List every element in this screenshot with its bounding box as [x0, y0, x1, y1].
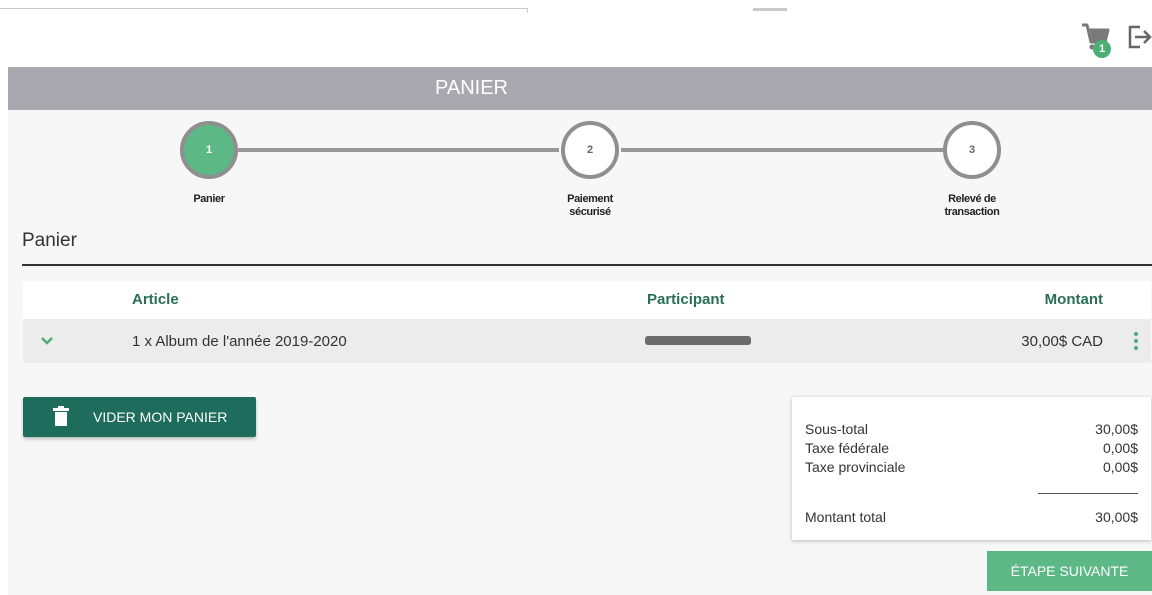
- subtotal-value: 30,00$: [1095, 421, 1138, 437]
- section-title: Panier: [22, 230, 77, 251]
- row-menu-button[interactable]: [1131, 330, 1141, 352]
- total-label: Montant total: [805, 509, 886, 525]
- empty-cart-button[interactable]: VIDER MON PANIER: [23, 397, 256, 437]
- provincial-tax-value: 0,00$: [1102, 459, 1138, 475]
- page-banner: PANIER: [8, 67, 1152, 110]
- step-connector: [238, 148, 559, 152]
- federal-tax-row: Taxe fédérale 0,00$: [805, 440, 1138, 456]
- more-vertical-icon: [1134, 332, 1138, 350]
- item-article: 1 x Album de l'année 2019-2020: [132, 333, 347, 350]
- summary-divider: [1038, 493, 1138, 494]
- empty-cart-label: VIDER MON PANIER: [93, 409, 228, 425]
- step-2-circle[interactable]: 2: [561, 121, 619, 179]
- step-3-circle[interactable]: 3: [943, 121, 1001, 179]
- step-1-circle[interactable]: 1: [180, 121, 238, 179]
- cart-button[interactable]: 1: [1080, 22, 1116, 60]
- federal-tax-label: Taxe fédérale: [805, 440, 890, 456]
- participant-name-redacted: [645, 336, 751, 345]
- page-title: PANIER: [435, 77, 508, 99]
- logout-button[interactable]: [1126, 22, 1152, 52]
- step-3-label: Relevé de transaction: [944, 193, 1000, 218]
- total-row: Montant total 30,00$: [805, 509, 1138, 525]
- table-row: 1 x Album de l'année 2019-2020 30,00$ CA…: [23, 319, 1151, 363]
- total-value: 30,00$: [1095, 509, 1138, 525]
- next-step-button[interactable]: ÉTAPE SUIVANTE: [987, 551, 1152, 591]
- federal-tax-value: 0,00$: [1102, 440, 1138, 456]
- step-number: 1: [205, 144, 213, 156]
- item-amount: 30,00$ CAD: [1021, 333, 1103, 350]
- top-divider-tick: [527, 8, 528, 13]
- order-summary: Sous-total 30,00$ Taxe fédérale 0,00$ Ta…: [792, 397, 1151, 540]
- step-connector: [621, 148, 943, 152]
- logout-icon: [1128, 25, 1152, 49]
- top-mark: [753, 8, 787, 11]
- column-header-article: Article: [132, 291, 179, 308]
- cart-count-badge: 1: [1093, 40, 1111, 58]
- cart-panel: PANIER 1 2 3 Panier Paiement sécurisé Re…: [8, 67, 1152, 595]
- trash-icon: [53, 406, 69, 426]
- column-header-participant: Participant: [647, 291, 725, 308]
- top-divider: [0, 8, 528, 9]
- chevron-down-icon: [41, 337, 53, 345]
- column-header-amount: Montant: [1044, 291, 1103, 308]
- step-1-label: Panier: [193, 193, 225, 205]
- provincial-tax-row: Taxe provinciale 0,00$: [805, 459, 1138, 475]
- subtotal-row: Sous-total 30,00$: [805, 421, 1138, 437]
- step-2-label: Paiement sécurisé: [567, 193, 613, 218]
- section-divider: [22, 264, 1152, 266]
- expand-row-button[interactable]: [39, 333, 55, 349]
- subtotal-label: Sous-total: [805, 421, 869, 437]
- step-number: 2: [586, 144, 594, 156]
- provincial-tax-label: Taxe provinciale: [805, 459, 906, 475]
- table-header: Article Participant Montant: [23, 281, 1151, 319]
- step-number: 3: [968, 144, 976, 156]
